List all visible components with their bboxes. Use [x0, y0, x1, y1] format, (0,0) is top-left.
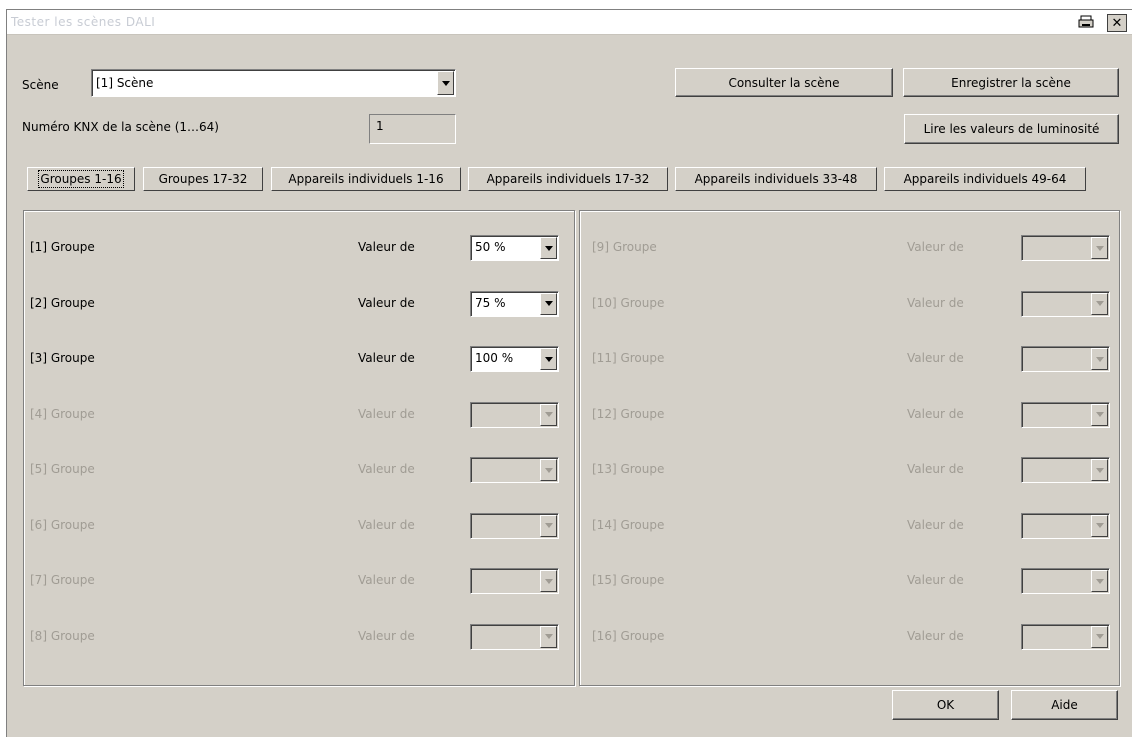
- group-name: [1] Groupe: [30, 240, 95, 254]
- read-brightness-button[interactable]: Lire les valeurs de luminosité: [904, 114, 1119, 144]
- chevron-down-icon[interactable]: [540, 459, 557, 481]
- group-name: [15] Groupe: [592, 573, 665, 587]
- chevron-down-icon[interactable]: [1091, 237, 1108, 259]
- groups-panel-right: [9] Groupe Valeur de [10] Groupe Valeur de […: [579, 210, 1120, 686]
- value-label: Valeur de: [907, 462, 964, 476]
- chevron-down-icon[interactable]: [540, 625, 557, 648]
- value-label: Valeur de: [907, 406, 964, 421]
- group-value-select[interactable]: [1021, 346, 1110, 372]
- value-label: Valeur de: [358, 628, 415, 643]
- group-name: [6] Groupe: [30, 517, 95, 532]
- knx-number-value: 1: [376, 119, 384, 133]
- ok-button[interactable]: OK: [892, 690, 999, 720]
- group-name: [8] Groupe: [30, 628, 95, 643]
- group-name: [12] Groupe: [592, 406, 665, 421]
- group-name: [11] Groupe: [592, 351, 665, 365]
- group-value-select[interactable]: [470, 568, 559, 594]
- value-label: Valeur de: [907, 628, 964, 643]
- group-value-select[interactable]: [1021, 512, 1110, 539]
- knx-number-label: Numéro KNX de la scène (1…64): [22, 120, 219, 134]
- close-icon[interactable]: ✕: [1107, 14, 1127, 32]
- group-name: [7] Groupe: [30, 573, 95, 587]
- tab-appareils-49-64[interactable]: Appareils individuels 49-64: [884, 167, 1086, 191]
- scene-select-value: [1] Scène: [96, 76, 154, 90]
- group-value-select[interactable]: [1021, 235, 1110, 261]
- value-label: Valeur de: [907, 295, 964, 310]
- tab-groupes-17-32[interactable]: Groupes 17-32: [143, 167, 263, 191]
- group-value-select[interactable]: [470, 512, 559, 539]
- scene-select[interactable]: [1] Scène: [91, 69, 456, 97]
- group-value-select[interactable]: 100 %: [470, 346, 559, 372]
- value-label: Valeur de: [358, 573, 415, 587]
- value-label: Valeur de: [907, 240, 964, 254]
- group-value-select[interactable]: [470, 457, 559, 483]
- chevron-down-icon[interactable]: [540, 348, 557, 370]
- group-value-select[interactable]: [470, 623, 559, 650]
- groups-panel-left: [1] Groupe Valeur de 50 % [2] Groupe Valeur …: [23, 210, 575, 686]
- chevron-down-icon[interactable]: [540, 570, 557, 592]
- dialog-window: Tester les scènes DALI ✕ Scène [1] Scène…: [6, 9, 1132, 737]
- chevron-down-icon[interactable]: [437, 71, 454, 95]
- group-value-select[interactable]: [1021, 568, 1110, 594]
- group-value-select[interactable]: [1021, 457, 1110, 483]
- chevron-down-icon[interactable]: [1091, 625, 1108, 648]
- chevron-down-icon[interactable]: [1091, 514, 1108, 537]
- group-name: [4] Groupe: [30, 406, 95, 421]
- tab-appareils-33-48[interactable]: Appareils individuels 33-48: [675, 167, 877, 191]
- group-value-select[interactable]: [470, 401, 559, 428]
- value-label: Valeur de: [358, 517, 415, 532]
- consult-scene-button[interactable]: Consulter la scène: [675, 68, 893, 97]
- group-value: 100 %: [475, 351, 514, 365]
- group-value-select[interactable]: [1021, 623, 1110, 650]
- group-name: [16] Groupe: [592, 628, 665, 643]
- group-name: [2] Groupe: [30, 295, 95, 310]
- chevron-down-icon[interactable]: [1091, 459, 1108, 481]
- group-name: [9] Groupe: [592, 240, 657, 254]
- chevron-down-icon[interactable]: [540, 237, 557, 259]
- print-icon[interactable]: [1077, 14, 1095, 30]
- group-value-select[interactable]: [1021, 401, 1110, 428]
- save-scene-button[interactable]: Enregistrer la scène: [903, 68, 1119, 97]
- group-value-select[interactable]: 75 %: [470, 290, 559, 317]
- value-label: Valeur de: [907, 351, 964, 365]
- chevron-down-icon[interactable]: [540, 403, 557, 426]
- chevron-down-icon[interactable]: [540, 292, 557, 315]
- value-label: Valeur de: [358, 295, 415, 310]
- group-name: [3] Groupe: [30, 351, 95, 365]
- group-value: 50 %: [475, 240, 506, 254]
- window-title: Tester les scènes DALI: [11, 15, 156, 29]
- group-name: [13] Groupe: [592, 462, 665, 476]
- chevron-down-icon[interactable]: [1091, 403, 1108, 426]
- scene-label: Scène: [22, 78, 59, 92]
- group-name: [14] Groupe: [592, 517, 665, 532]
- chevron-down-icon[interactable]: [1091, 348, 1108, 370]
- chevron-down-icon[interactable]: [1091, 570, 1108, 592]
- knx-number-field[interactable]: 1: [369, 114, 456, 144]
- value-label: Valeur de: [907, 573, 964, 587]
- value-label: Valeur de: [907, 517, 964, 532]
- value-label: Valeur de: [358, 406, 415, 421]
- tab-appareils-17-32[interactable]: Appareils individuels 17-32: [468, 167, 668, 191]
- group-value-select[interactable]: 50 %: [470, 235, 559, 261]
- tab-groupes-1-16[interactable]: Groupes 1-16: [27, 167, 135, 191]
- value-label: Valeur de: [358, 351, 415, 365]
- group-value-select[interactable]: [1021, 290, 1110, 317]
- value-label: Valeur de: [358, 462, 415, 476]
- title-bar: Tester les scènes DALI ✕: [7, 10, 1132, 35]
- chevron-down-icon[interactable]: [540, 514, 557, 537]
- group-value: 75 %: [475, 295, 506, 310]
- chevron-down-icon[interactable]: [1091, 292, 1108, 315]
- value-label: Valeur de: [358, 240, 415, 254]
- group-name: [5] Groupe: [30, 462, 95, 476]
- group-name: [10] Groupe: [592, 295, 665, 310]
- help-button[interactable]: Aide: [1011, 690, 1118, 720]
- tab-appareils-1-16[interactable]: Appareils individuels 1-16: [271, 167, 461, 191]
